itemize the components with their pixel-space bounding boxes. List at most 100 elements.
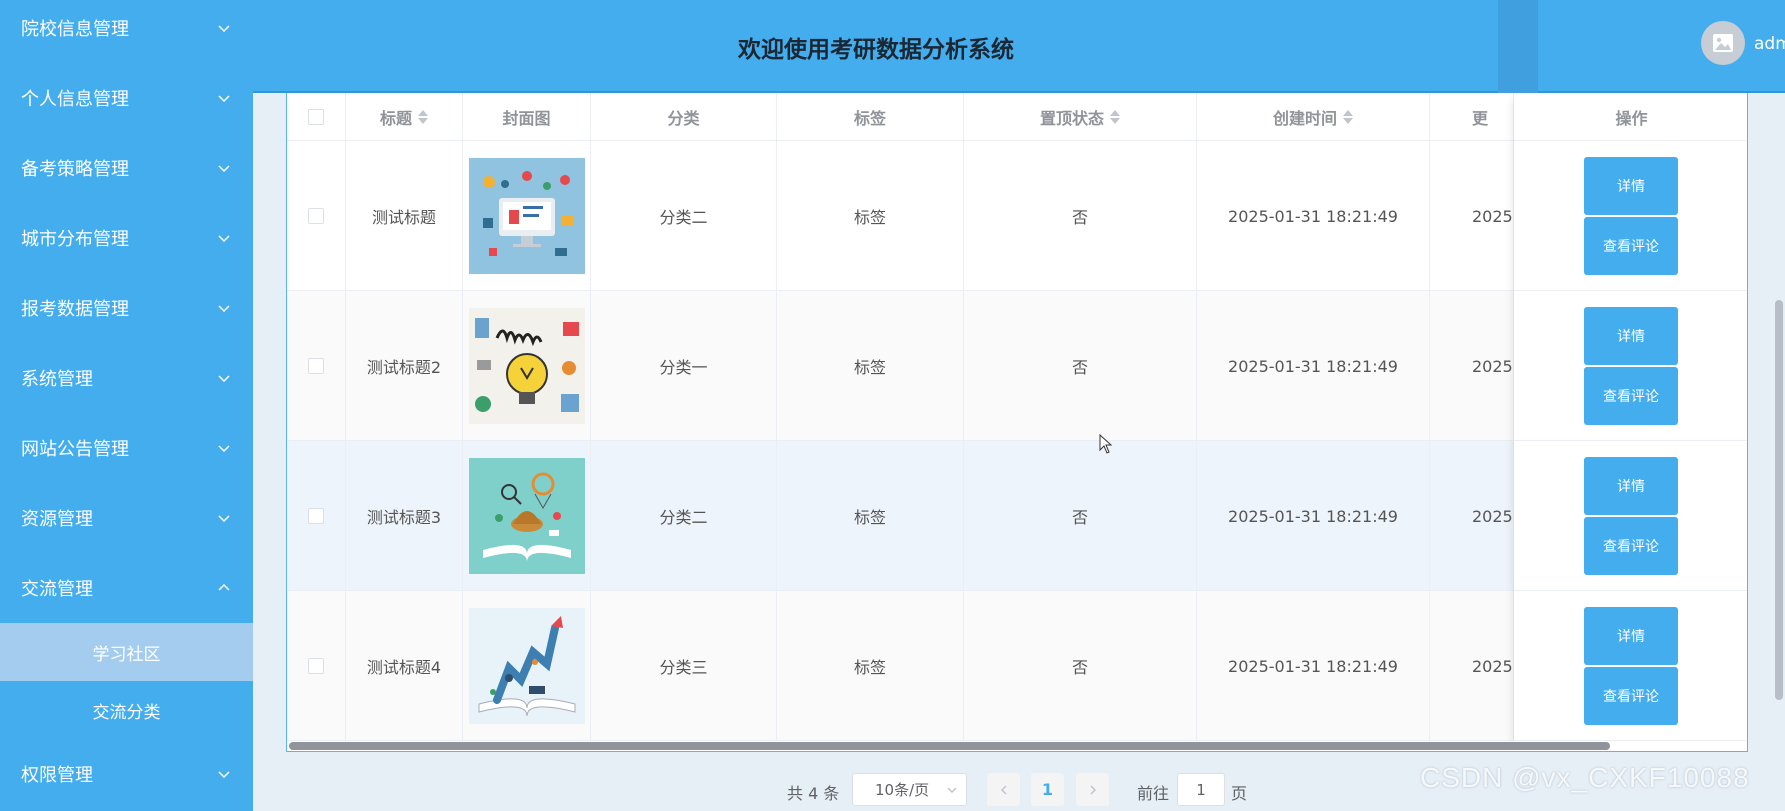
watermark: CSDN @vx_CXKF10088 [1420, 762, 1750, 793]
menu-item-label: 网站公告管理 [21, 439, 129, 460]
cell-created: 2025-01-31 18:21:49 [1197, 141, 1430, 291]
menu-item-communication[interactable]: 交流管理 [0, 553, 253, 623]
column-updated[interactable]: 更 [1430, 93, 1514, 141]
detail-button[interactable]: 详情 [1584, 157, 1678, 215]
menu-item-application-data[interactable]: 报考数据管理 [0, 273, 253, 343]
header-divider [1498, 0, 1538, 93]
avatar[interactable] [1701, 21, 1745, 65]
sort-icon[interactable] [1343, 109, 1353, 125]
cell-tag: 标签 [777, 441, 964, 591]
column-title-label: 标题 [379, 109, 412, 128]
chevron-down-icon [218, 445, 230, 453]
page-size-value: 10条/页 [875, 781, 930, 799]
view-comments-button[interactable]: 查看评论 [1584, 667, 1678, 725]
submenu-item-study-community[interactable]: 学习社区 [0, 623, 253, 681]
column-category: 分类 [591, 93, 777, 141]
detail-button[interactable]: 详情 [1584, 607, 1678, 665]
menu-item-system[interactable]: 系统管理 [0, 343, 253, 413]
prev-page-button[interactable] [987, 773, 1020, 806]
menu-item-personal-info[interactable]: 个人信息管理 [0, 63, 253, 133]
menu-item-label: 院校信息管理 [21, 19, 129, 40]
ops-cell: 详情 查看评论 [1514, 291, 1747, 441]
chevron-down-icon [218, 165, 230, 173]
column-title[interactable]: 标题 [346, 93, 463, 141]
row-select [287, 591, 346, 741]
chevron-left-icon [1000, 784, 1007, 795]
row-checkbox[interactable] [308, 658, 324, 674]
menu-item-label: 交流管理 [21, 579, 93, 600]
view-comments-button[interactable]: 查看评论 [1584, 517, 1678, 575]
menu-item-college-info[interactable]: 院校信息管理 [0, 0, 253, 63]
cell-title: 测试标题2 [346, 291, 463, 441]
page-title: 欢迎使用考研数据分析系统 [738, 36, 1014, 63]
chevron-down-icon [218, 515, 230, 523]
cell-tag: 标签 [777, 141, 964, 291]
cover-image-book-rocket[interactable] [468, 608, 585, 724]
user-name[interactable]: adm [1754, 34, 1785, 54]
cell-tag: 标签 [777, 291, 964, 441]
detail-button[interactable]: 详情 [1584, 307, 1678, 365]
menu-item-announcement[interactable]: 网站公告管理 [0, 413, 253, 483]
row-checkbox[interactable] [308, 358, 324, 374]
top-header: 欢迎使用考研数据分析系统 adm [253, 0, 1785, 93]
page-label: 页 [1231, 784, 1248, 803]
column-category-label: 分类 [667, 109, 700, 128]
cover-image-open-book[interactable] [468, 458, 585, 574]
column-cover-label: 封面图 [502, 109, 551, 128]
image-icon [1713, 34, 1733, 52]
row-checkbox[interactable] [308, 508, 324, 524]
cell-cover [463, 141, 591, 291]
goto-page-input[interactable]: 1 [1177, 773, 1225, 806]
chevron-down-icon [218, 235, 230, 243]
column-created-label: 创建时间 [1272, 109, 1337, 128]
cell-pinned: 否 [964, 291, 1197, 441]
page-number-current[interactable]: 1 [1031, 773, 1064, 806]
ops-cell: 详情 查看评论 [1514, 141, 1747, 291]
row-checkbox[interactable] [308, 208, 324, 224]
sort-icon[interactable] [418, 109, 428, 125]
goto-label: 前往 [1137, 784, 1170, 803]
cell-cover [463, 441, 591, 591]
sort-icon[interactable] [1110, 109, 1120, 125]
chevron-down-icon [218, 375, 230, 383]
ops-cell: 详情 查看评论 [1514, 591, 1747, 741]
cell-updated: 2025- [1430, 591, 1514, 741]
menu-item-label: 报考数据管理 [21, 299, 129, 320]
vertical-scrollbar[interactable] [1775, 300, 1783, 700]
chevron-down-icon [218, 95, 230, 103]
cover-image-online-shopping[interactable] [468, 158, 585, 274]
submenu-item-label: 交流分类 [92, 702, 161, 723]
submenu-item-communication-category[interactable]: 交流分类 [0, 681, 253, 739]
column-created[interactable]: 创建时间 [1197, 93, 1430, 141]
page-size-select[interactable]: 10条/页 [852, 773, 967, 806]
chevron-down-icon [218, 305, 230, 313]
view-comments-button[interactable]: 查看评论 [1584, 367, 1678, 425]
pagination-total: 共 4 条 [787, 784, 840, 803]
cell-tag: 标签 [777, 591, 964, 741]
view-comments-button[interactable]: 查看评论 [1584, 217, 1678, 275]
submenu-item-label: 学习社区 [92, 644, 161, 665]
cell-created: 2025-01-31 18:21:49 [1197, 441, 1430, 591]
cell-pinned: 否 [964, 141, 1197, 291]
select-all-checkbox[interactable] [308, 109, 324, 125]
cell-category: 分类二 [591, 141, 777, 291]
header-select-all[interactable] [287, 93, 346, 141]
column-pinned[interactable]: 置顶状态 [964, 93, 1197, 141]
horizontal-scrollbar[interactable] [289, 742, 1610, 750]
cell-category: 分类二 [591, 441, 777, 591]
menu-item-resources[interactable]: 资源管理 [0, 483, 253, 553]
menu-item-strategy[interactable]: 备考策略管理 [0, 133, 253, 203]
cell-created: 2025-01-31 18:21:49 [1197, 591, 1430, 741]
chevron-down-icon [218, 25, 230, 33]
cover-image-learn-lightbulb[interactable] [468, 308, 585, 424]
menu-item-city[interactable]: 城市分布管理 [0, 203, 253, 273]
column-ops: 操作 [1514, 93, 1747, 141]
cell-pinned: 否 [964, 591, 1197, 741]
cell-cover [463, 291, 591, 441]
detail-button[interactable]: 详情 [1584, 457, 1678, 515]
column-tag-label: 标签 [853, 109, 886, 128]
next-page-button[interactable] [1076, 773, 1109, 806]
menu-item-label: 个人信息管理 [21, 89, 129, 110]
row-select [287, 141, 346, 291]
cell-category: 分类三 [591, 591, 777, 741]
